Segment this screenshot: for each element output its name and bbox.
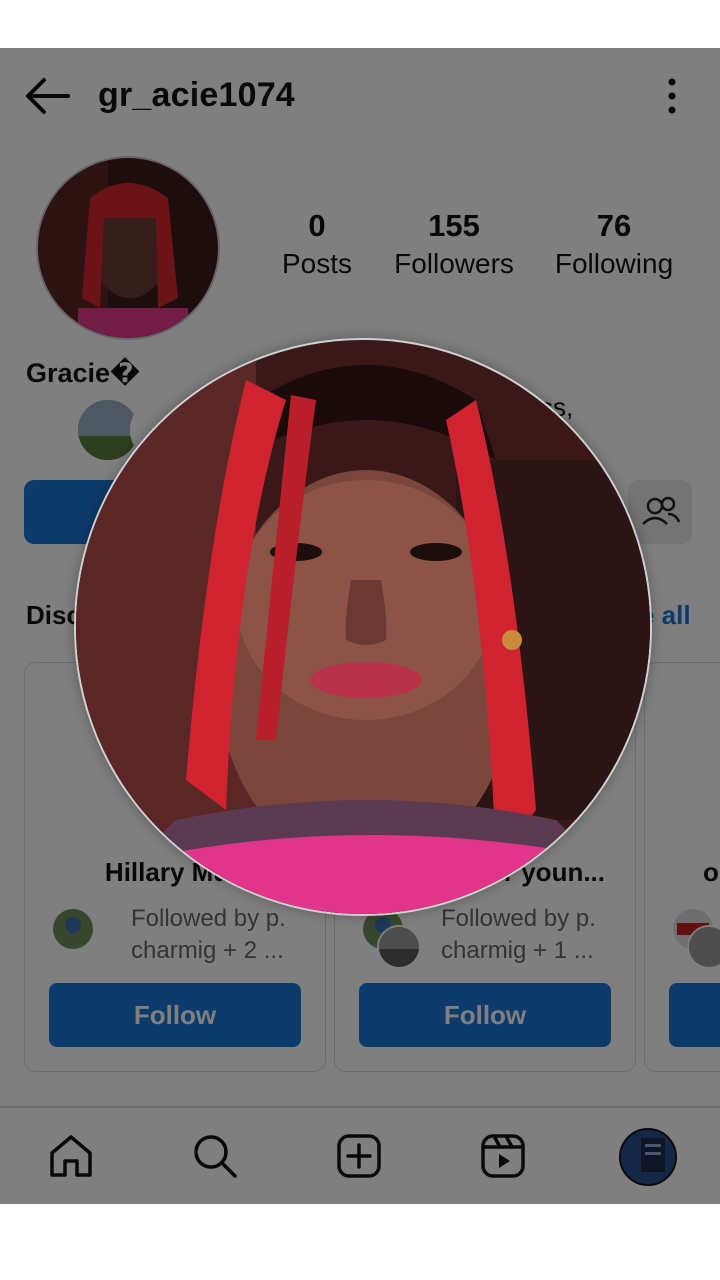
profile-photo-large: [76, 340, 650, 914]
enlarged-profile-photo: [74, 338, 652, 916]
profile-screen: gr_acie1074 0 Posts 155 Followers 76 Fol…: [0, 48, 720, 1204]
